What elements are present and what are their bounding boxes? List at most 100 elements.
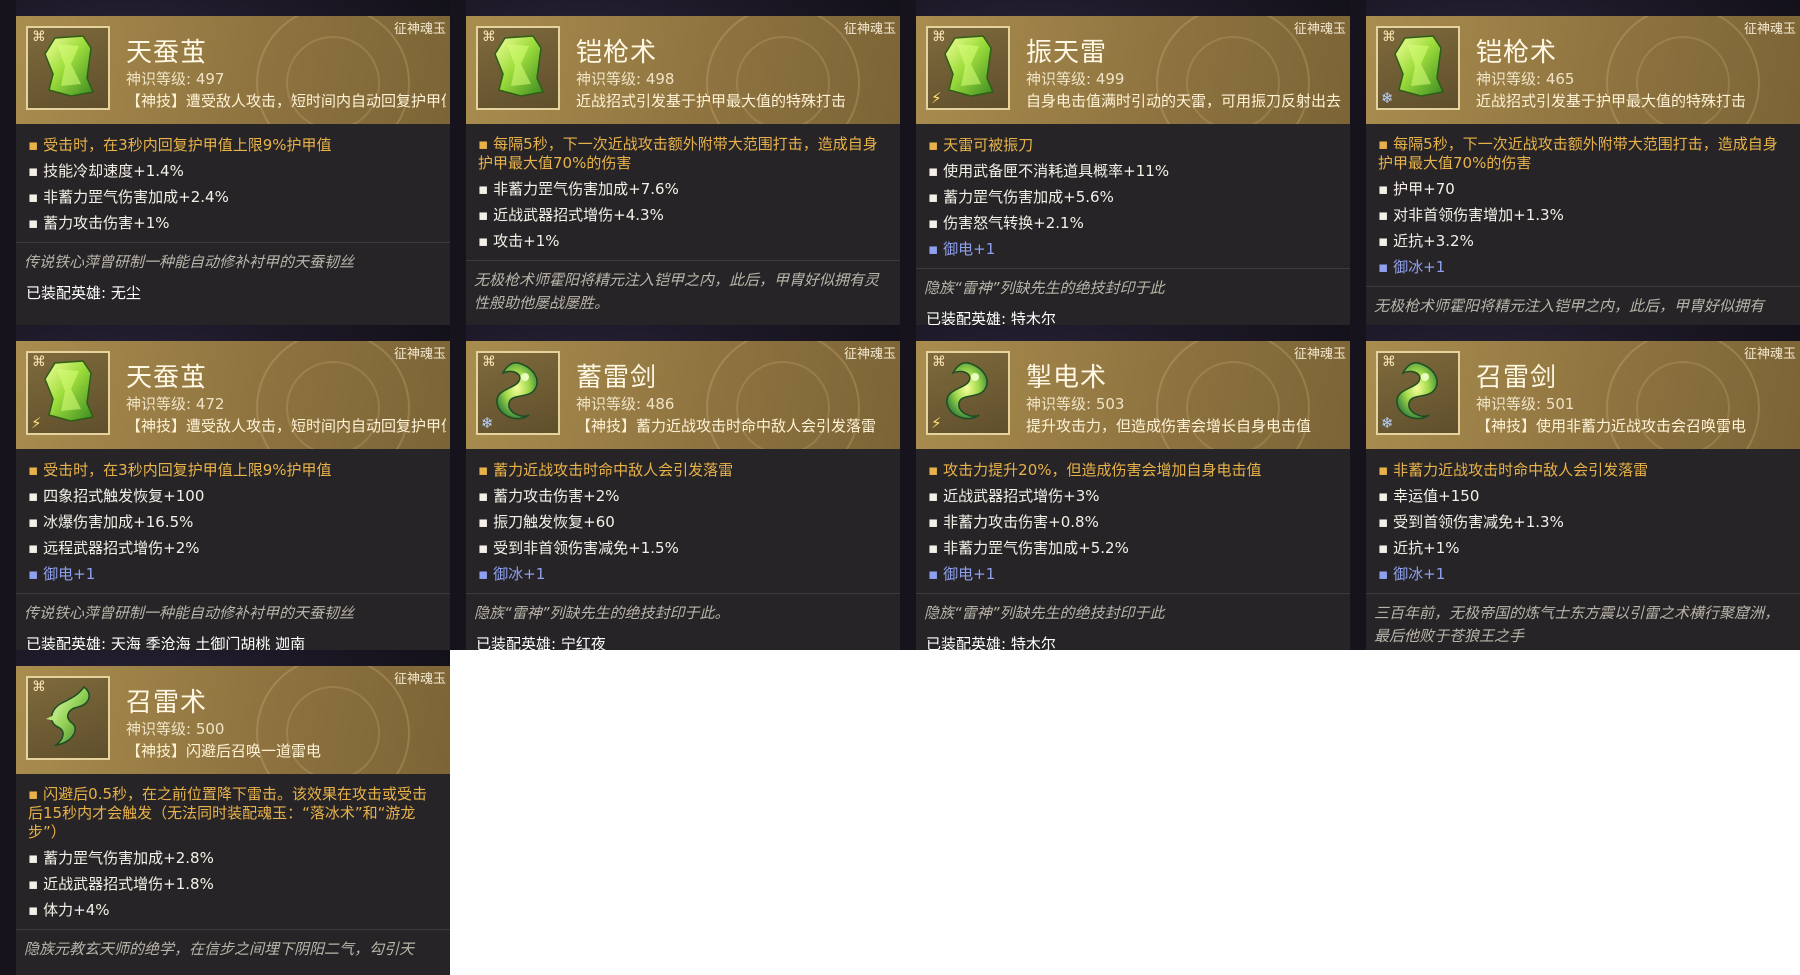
background-edge xyxy=(900,0,916,325)
jade-gem-icon xyxy=(941,34,995,102)
tooltip-cell: 征神魂玉 ⌘ 召雷术神识等级: 500 【神技】闪避后召唤一道雷电闪避后0.5秒，在之… xyxy=(0,650,450,975)
attribute-line: 对非首领伤害增加+1.3% xyxy=(1378,202,1790,228)
soul-jade-card[interactable]: 征神魂玉 ⌘ ⚡ 天蚕茧 神识等级: 472 【神技】遭受敌人攻击，短时间内自动回复护甲值… xyxy=(16,341,450,650)
special-effect: 闪避后0.5秒，在之前位置降下雷击。该效果在攻击或受击后15秒内才会触发（无法同… xyxy=(28,782,440,845)
attribute-line: 蓄力罡气伤害加成+5.6% xyxy=(928,184,1340,210)
attribute-list: 攻击力提升20%，但造成伤害会增加自身电击值近战武器招式增伤+3%非蓄力攻击伤害… xyxy=(916,449,1350,591)
attribute-line: 蓄力攻击伤害+2% xyxy=(478,483,890,509)
flavor-text: 传说铁心萍曾研制一种能自动修补衬甲的天蚕韧丝 xyxy=(16,593,450,625)
soul-jade-card[interactable]: 征神魂玉 ⌘⚡ 振天雷神识等级: 499 自身电击值满时引动的天雷，可用振刀反射出去天… xyxy=(916,16,1350,325)
background-edge xyxy=(1350,0,1366,325)
jade-level: 神识等级: 499 xyxy=(1026,70,1125,88)
background-edge xyxy=(0,325,16,650)
soul-jade-card[interactable]: 征神魂玉 ⌘⚡ 掣电术神识等级: 503 提升攻击力，但造成伤害会增长自身电击值攻击力… xyxy=(916,341,1350,650)
jade-gem-icon xyxy=(38,683,98,753)
jade-level: 神识等级: 465 xyxy=(1476,70,1575,88)
special-effect: 天雷可被振刀 xyxy=(928,132,1340,158)
attribute-line: 受到非首领伤害减免+1.5% xyxy=(478,535,890,561)
jade-skill-description: 自身电击值满时引动的天雷，可用振刀反射出去 xyxy=(1026,92,1342,110)
jade-skill-description: 近战招式引发基于护甲最大值的特殊打击 xyxy=(576,92,847,110)
ice-element-icon: ❄ xyxy=(1381,89,1394,107)
background-edge xyxy=(450,0,466,325)
source-tag: 征神魂玉 xyxy=(393,672,446,687)
attribute-line: 护甲+70 xyxy=(1378,176,1790,202)
attribute-line: 近抗+1% xyxy=(1378,535,1790,561)
soul-jade-card[interactable]: 征神魂玉 ⌘❄ 召雷剑神识等级: 501 【神技】使用非蓄力近战攻击会召唤雷电非蓄力近… xyxy=(1366,341,1800,650)
jade-level: 神识等级: 486 xyxy=(576,395,675,413)
lightning-element-icon: ⚡ xyxy=(31,414,42,432)
jade-name: 铠枪术 xyxy=(576,38,658,68)
jade-level: 神识等级: 472 xyxy=(126,395,225,413)
jade-gem-icon xyxy=(41,359,95,427)
attribute-line: 四象招式触发恢复+100 xyxy=(28,483,440,509)
soul-jade-icon: ⌘ ❄ xyxy=(1376,26,1460,110)
soul-jade-card[interactable]: 征神魂玉 ⌘❄ 蓄雷剑神识等级: 486 【神技】蓄力近战攻击时命中敌人会引发落雷蓄力… xyxy=(466,341,900,650)
soul-jade-card[interactable]: 征神魂玉 ⌘ 召雷术神识等级: 500 【神技】闪避后召唤一道雷电闪避后0.5秒，在之… xyxy=(16,666,450,975)
card-header: 征神魂玉 ⌘ ❄ 蓄雷剑 神识等级: 486 【神技】蓄力近战攻击时命中敌人会引发落雷 xyxy=(466,341,900,449)
background-edge xyxy=(450,325,466,650)
attribute-line: 冰爆伤害加成+16.5% xyxy=(28,509,440,535)
soul-jade-icon: ⌘ ⚡ xyxy=(926,351,1010,435)
attribute-line: 技能冷却速度+1.4% xyxy=(28,158,440,184)
background-edge xyxy=(0,650,16,975)
tooltip-cell: 征神魂玉 ⌘❄ 召雷剑神识等级: 501 【神技】使用非蓄力近战攻击会召唤雷电非蓄力近… xyxy=(1350,325,1800,650)
soul-jade-icon: ⌘ xyxy=(26,26,110,110)
attribute-line: 非蓄力攻击伤害+0.8% xyxy=(928,509,1340,535)
flavor-text: 隐族元教玄天师的绝学，在信步之间埋下阴阳二气，勾引天 xyxy=(16,929,450,961)
jade-gem-icon xyxy=(491,34,545,102)
attribute-list: 蓄力近战攻击时命中敌人会引发落雷蓄力攻击伤害+2%振刀触发恢复+60受到非首领伤… xyxy=(466,449,900,591)
card-header: 征神魂玉 ⌘ ⚡ 振天雷神识等级: 499 自身电击值满时引动的天雷，可用振刀反射出去 xyxy=(916,16,1350,124)
card-header: 征神魂玉 ⌘ 天蚕茧 神识等级: 497 【神技】遭受敌人攻击，短时间内自动回复护甲值 xyxy=(16,16,450,124)
tooltip-cell: 征神魂玉 ⌘❄ 铠枪术神识等级: 465 近战招式引发基于护甲最大值的特殊打击每隔5秒… xyxy=(1350,0,1800,325)
special-effect: 非蓄力近战攻击时命中敌人会引发落雷 xyxy=(1378,457,1790,483)
jade-name: 铠枪术 xyxy=(1476,38,1558,68)
jade-name: 召雷术 xyxy=(126,688,208,718)
card-header: 征神魂玉 ⌘ 铠枪术 神识等级: 498 近战招式引发基于护甲最大值的特殊打击 xyxy=(466,16,900,124)
tooltip-cell: 征神魂玉 ⌘⚡ 掣电术神识等级: 503 提升攻击力，但造成伤害会增长自身电击值攻击力… xyxy=(900,325,1350,650)
equipped-hero-label: 已装配英雄: 宁红夜 xyxy=(476,635,606,650)
attribute-line: 使用武备匣不消耗道具概率+11% xyxy=(928,158,1340,184)
jade-name: 振天雷 xyxy=(1026,38,1108,68)
soul-jade-card[interactable]: 征神魂玉 ⌘ 铠枪术神识等级: 498 近战招式引发基于护甲最大值的特殊打击每隔5秒，… xyxy=(466,16,900,325)
background-edge xyxy=(900,325,916,650)
attribute-line: 蓄力罡气伤害加成+2.8% xyxy=(28,845,440,871)
tooltip-cell: 征神魂玉 ⌘ 铠枪术神识等级: 498 近战招式引发基于护甲最大值的特殊打击每隔5秒，… xyxy=(450,0,900,325)
tooltip-cell: 征神魂玉 ⌘ ⚡ 天蚕茧 神识等级: 472 【神技】遭受敌人攻击，短时间内自动回复护甲值… xyxy=(0,325,450,650)
card-header: 征神魂玉 ⌘ ❄ 铠枪术 神识等级: 465 近战招式引发基于护甲最大值的特殊打击 xyxy=(1366,16,1800,124)
source-tag: 征神魂玉 xyxy=(1293,22,1346,37)
jade-skill-description: 近战招式引发基于护甲最大值的特殊打击 xyxy=(1476,92,1747,110)
special-effect: 受击时，在3秒内回复护甲值上限9%护甲值 xyxy=(28,132,440,158)
special-effect: 每隔5秒，下一次近战攻击额外附带大范围打击，造成自身护甲最大值70%的伤害 xyxy=(478,132,890,176)
soul-jade-icon: ⌘ ⚡ xyxy=(926,26,1010,110)
jade-skill-description: 【神技】闪避后召唤一道雷电 xyxy=(126,742,322,760)
attribute-line: 近战武器招式增伤+4.3% xyxy=(478,202,890,228)
jade-gem-icon xyxy=(1391,34,1445,102)
jade-skill-description: 提升攻击力，但造成伤害会增长自身电击值 xyxy=(1026,417,1312,435)
soul-jade-card[interactable]: 征神魂玉 ⌘ 天蚕茧神识等级: 497 【神技】遭受敌人攻击，短时间内自动回复护甲值受… xyxy=(16,16,450,325)
element-bonus: 御冰+1 xyxy=(1378,254,1790,280)
flavor-text: 隐族“雷神”列缺先生的绝技封印于此。 xyxy=(466,593,900,625)
ice-element-icon: ❄ xyxy=(1381,414,1394,432)
jade-skill-description: 【神技】遭受敌人攻击，短时间内自动回复护甲值 xyxy=(126,92,446,110)
jade-name: 天蚕茧 xyxy=(126,363,208,393)
element-bonus: 御电+1 xyxy=(928,236,1340,262)
attribute-line: 近战武器招式增伤+1.8% xyxy=(28,871,440,897)
attribute-line: 伤害怒气转换+2.1% xyxy=(928,210,1340,236)
jade-skill-description: 【神技】蓄力近战攻击时命中敌人会引发落雷 xyxy=(576,417,877,435)
soul-jade-icon: ⌘ ❄ xyxy=(1376,351,1460,435)
attribute-line: 非蓄力罡气伤害加成+5.2% xyxy=(928,535,1340,561)
flavor-text: 无极枪术师霍阳将精元注入铠甲之内，此后，甲胄好似拥有 xyxy=(1366,286,1800,318)
soul-jade-card[interactable]: 征神魂玉 ⌘❄ 铠枪术神识等级: 465 近战招式引发基于护甲最大值的特殊打击每隔5秒… xyxy=(1366,16,1800,325)
attribute-list: 每隔5秒，下一次近战攻击额外附带大范围打击，造成自身护甲最大值70%的伤害护甲+… xyxy=(1366,124,1800,284)
jade-gem-icon xyxy=(489,359,547,427)
flavor-text: 无极枪术师霍阳将精元注入铠甲之内，此后，甲胄好似拥有灵性般助他屡战屡胜。 xyxy=(466,260,900,315)
source-tag: 征神魂玉 xyxy=(1293,347,1346,362)
ice-element-icon: ❄ xyxy=(481,414,494,432)
card-header: 征神魂玉 ⌘ ⚡ 天蚕茧 神识等级: 472 【神技】遭受敌人攻击，短时间内自动回复护甲值 xyxy=(16,341,450,449)
source-tag: 征神魂玉 xyxy=(393,347,446,362)
soul-jade-icon: ⌘ xyxy=(26,676,110,760)
card-header: 征神魂玉 ⌘ ⚡ 掣电术 神识等级: 503 提升攻击力，但造成伤害会增长自身电击值 xyxy=(916,341,1350,449)
attribute-list: 闪避后0.5秒，在之前位置降下雷击。该效果在攻击或受击后15秒内才会触发（无法同… xyxy=(16,774,450,927)
source-tag: 征神魂玉 xyxy=(1743,347,1796,362)
source-tag: 征神魂玉 xyxy=(843,22,896,37)
